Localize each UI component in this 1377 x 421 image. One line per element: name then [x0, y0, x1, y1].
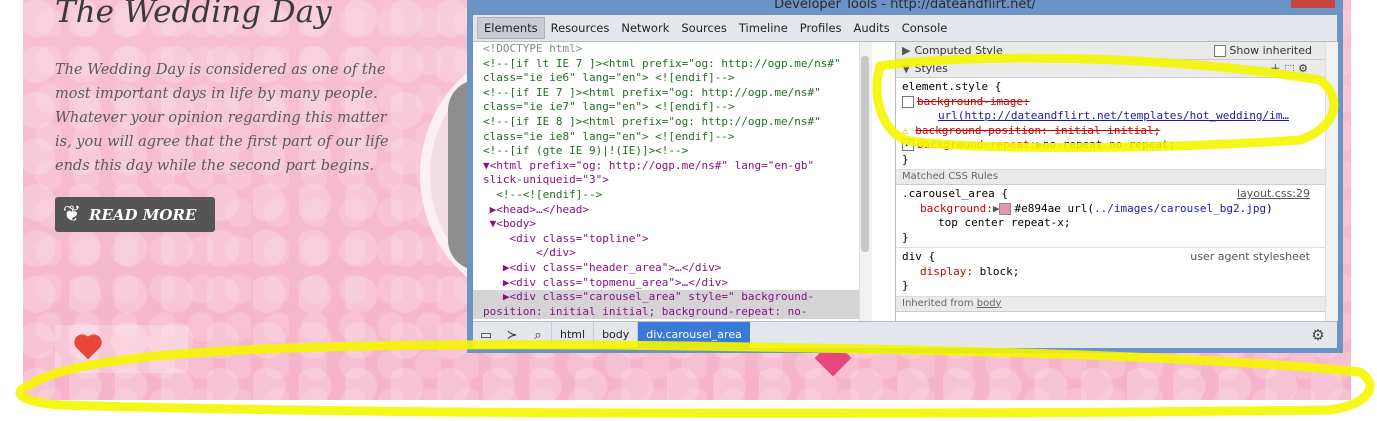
checkbox-icon: [1214, 45, 1227, 57]
inherited-header: Inherited from body: [896, 296, 1338, 312]
devtools-window: Developer Tools - http://dateandflirt.ne…: [467, 0, 1343, 353]
page-margin-left: [0, 0, 23, 400]
carousel-bg-url[interactable]: ../images/carousel_bg2.jpg: [1094, 202, 1266, 215]
bg-repeat-value[interactable]: no-repeat no-repeat;: [1043, 138, 1175, 151]
intro-paragraph: The Wedding Day is considered as one of …: [55, 62, 389, 174]
dom-tree-line[interactable]: ▶<div class="header_area">…</div>: [473, 261, 859, 276]
dom-tree-line[interactable]: position: initial initial; background-re…: [473, 304, 859, 320]
element-style-selector: element.style {: [902, 80, 1002, 93]
user-agent-source: user agent stylesheet: [1190, 250, 1310, 263]
carousel-source-link[interactable]: layout.css:29: [1237, 187, 1310, 202]
carousel-url-close: ): [1266, 201, 1273, 215]
tab-resources[interactable]: Resources: [545, 18, 616, 38]
carousel-bg-line2: top center repeat-x;: [938, 216, 1071, 229]
styles-label: Styles: [914, 62, 948, 75]
tab-audits[interactable]: Audits: [848, 18, 896, 38]
read-more-label: READ MORE: [89, 205, 197, 224]
devtools-status-bar: ▭ ≻ ⌕ html body div.carousel_area ⚙: [473, 321, 1337, 348]
tab-timeline[interactable]: Timeline: [733, 18, 794, 38]
close-brace: }: [902, 279, 909, 292]
close-brace: }: [902, 152, 909, 166]
devtools-body: <!DOCTYPE html> <!--[if lt IE 7 ]><html p…: [473, 42, 1338, 321]
warning-icon: ⚠: [902, 123, 909, 137]
dom-tree-line[interactable]: <!--[if IE 7 ]><html prefix="og: http://…: [473, 86, 859, 101]
dom-tree-line[interactable]: class="ie ie7" lang="en"> <![endif]-->: [473, 100, 859, 115]
dom-tree-line[interactable]: ▼<body>: [473, 217, 859, 232]
computed-style-header[interactable]: ▶ Computed Style Show inherited: [896, 42, 1338, 60]
tab-console[interactable]: Console: [896, 18, 954, 38]
breadcrumb-body[interactable]: body: [593, 322, 637, 348]
show-inherited-toggle[interactable]: Show inherited: [1214, 42, 1312, 59]
read-more-button[interactable]: ❦ READ MORE: [55, 197, 215, 232]
element-style-rule: element.style { background-image: url(ht…: [896, 78, 1338, 170]
tab-sources[interactable]: Sources: [675, 18, 733, 38]
swirl-icon: ❦: [62, 202, 82, 227]
devtools-tab-bar: Elements Resources Network Sources Timel…: [473, 15, 1337, 42]
matched-rules-header: Matched CSS Rules: [896, 170, 1338, 185]
dom-tree-line[interactable]: ▶<div class="topmenu_area">…</div>: [473, 276, 859, 291]
page-margin-right: [1351, 0, 1377, 400]
bg-repeat-prop[interactable]: background-repeat:: [917, 138, 1036, 151]
add-rule-icon[interactable]: ＋ ⬚ ⚙: [1270, 60, 1308, 77]
carousel-bg-prop[interactable]: background:: [920, 202, 993, 215]
styles-header[interactable]: ▼ Styles ＋ ⬚ ⚙: [896, 60, 1338, 78]
dom-tree-line[interactable]: <div class="topline">: [473, 232, 859, 247]
bg-image-prop[interactable]: background-image:: [917, 95, 1030, 108]
page-title: The Wedding Day: [55, 0, 332, 30]
dom-tree-line[interactable]: <!--[if IE 8 ]><html prefix="og: http://…: [473, 115, 859, 130]
computed-style-label: Computed Style: [914, 44, 1003, 57]
close-icon[interactable]: [1291, 0, 1335, 8]
close-brace: }: [902, 230, 909, 244]
elements-tree[interactable]: <!DOCTYPE html> <!--[if lt IE 7 ]><html p…: [473, 42, 859, 321]
styles-scrollbar[interactable]: [1325, 42, 1338, 321]
bg-position-prop[interactable]: background-position: initial initial;: [915, 124, 1160, 137]
dom-tree-line[interactable]: <!--[if (gte IE 9)|!(IE)]><!-->: [473, 144, 859, 159]
tab-profiles[interactable]: Profiles: [794, 18, 848, 38]
inherited-node-link[interactable]: body: [977, 298, 1002, 309]
dom-tree-line[interactable]: <!DOCTYPE html>: [473, 42, 859, 57]
dom-tree-line[interactable]: ▼<html prefix="og: http://ogp.me/ns#" la…: [473, 159, 859, 174]
tab-elements[interactable]: Elements: [477, 17, 545, 39]
div-display-value: block;: [979, 264, 1020, 278]
dom-tree-line[interactable]: <!--<![endif]-->: [473, 188, 859, 203]
dom-tree-line[interactable]: <!--[if lt IE 7 ]><html prefix="og: http…: [473, 57, 859, 72]
checked-checkbox-icon[interactable]: ✓: [902, 139, 914, 151]
dom-tree-line[interactable]: class="ie ie6" lang="en"> <![endif]-->: [473, 71, 859, 86]
dom-tree-line[interactable]: class="ie ie8" lang="en"> <![endif]-->: [473, 130, 859, 145]
collapse-arrow-icon: ▼: [902, 62, 911, 75]
property-checkbox[interactable]: [902, 95, 914, 108]
expand-arrow-icon: ▶: [902, 44, 911, 57]
tab-network[interactable]: Network: [615, 18, 675, 38]
carousel-rule: .carousel_area { layout.css:29 backgroun…: [896, 185, 1338, 248]
carousel-url-open: url(: [1067, 201, 1094, 215]
dock-icon[interactable]: ▭: [473, 322, 499, 348]
devtools-title: Developer Tools - http://dateandflirt.ne…: [774, 0, 1036, 12]
dom-tree-line[interactable]: slick-uniqueid="3">: [473, 173, 859, 188]
div-rule: div { user agent stylesheet display: blo…: [896, 248, 1338, 297]
div-display-prop: display:: [920, 264, 973, 278]
dom-tree-line[interactable]: ▶<head>…</head>: [473, 203, 859, 218]
breadcrumb-div-carousel[interactable]: div.carousel_area: [637, 322, 750, 348]
search-icon[interactable]: ⌕: [525, 322, 551, 348]
bg-image-url[interactable]: url(http://dateandflirt.net/templates/ho…: [938, 109, 1289, 122]
carousel-bg-color[interactable]: #e894ae: [1014, 202, 1060, 215]
styles-pane: ▶ Computed Style Show inherited ▼ Styles ＋…: [895, 42, 1338, 321]
dom-tree-line[interactable]: ▶<div class="carousel_area" style=" back…: [473, 290, 859, 305]
gear-icon[interactable]: ⚙: [1305, 322, 1331, 348]
elements-scroll-thumb[interactable]: [861, 56, 869, 252]
inherited-from-label: Inherited from: [902, 297, 974, 309]
dom-tree-line[interactable]: </div>: [473, 246, 859, 261]
show-inherited-label: Show inherited: [1229, 44, 1312, 57]
breadcrumb-html[interactable]: html: [551, 322, 593, 348]
console-drawer-icon[interactable]: ≻: [499, 322, 525, 348]
color-swatch[interactable]: [999, 202, 1012, 215]
